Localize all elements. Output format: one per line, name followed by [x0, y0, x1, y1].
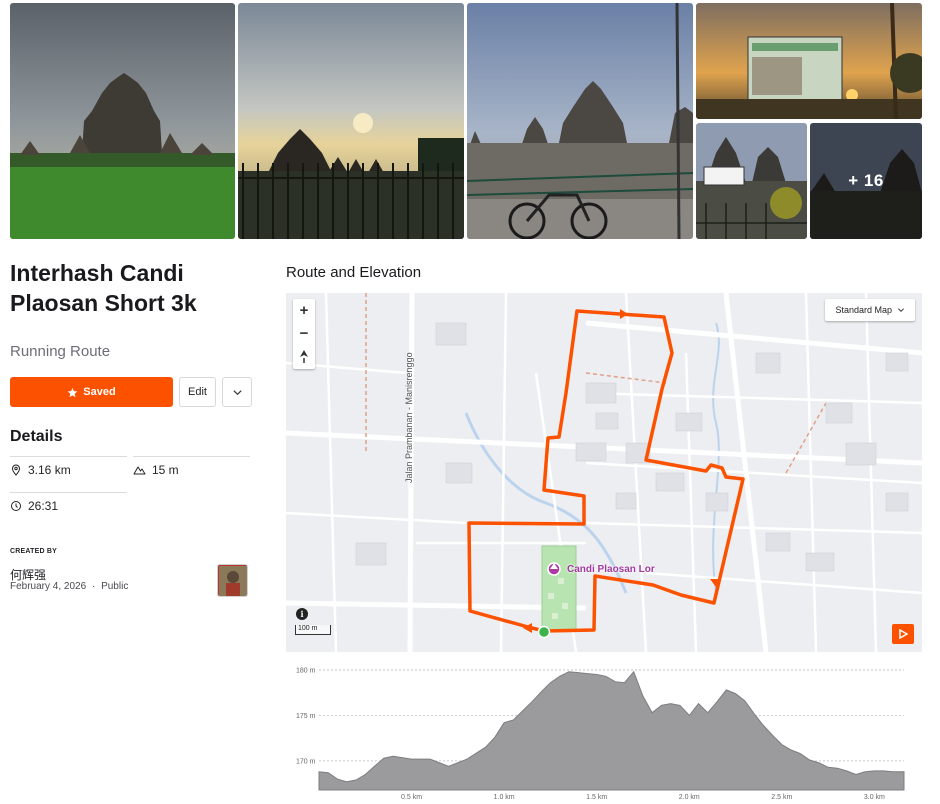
- poi-label[interactable]: Candi Plaosan Lor: [567, 564, 655, 575]
- x-tick-label: 0.5 km: [401, 794, 422, 801]
- zoom-in-button[interactable]: +: [293, 299, 315, 322]
- compass-button[interactable]: [293, 345, 315, 368]
- x-tick-label: 1.5 km: [586, 794, 607, 801]
- time-value: 26:31: [28, 499, 59, 513]
- elevation-value: 15 m: [152, 463, 179, 477]
- stat-time: 26:31: [10, 499, 58, 513]
- map-canvas: [286, 293, 922, 652]
- x-tick-label: 2.0 km: [679, 794, 700, 801]
- route-photo-5[interactable]: [696, 123, 807, 239]
- elevation-chart[interactable]: 170 m 175 m 180 m 0.5 km 1.0 km 1.5 km 2.0 km…: [286, 656, 922, 804]
- more-photos-tile[interactable]: + 16: [810, 123, 922, 239]
- scale-bar: 100 m: [295, 625, 331, 635]
- photo-strip: + 16: [0, 0, 940, 242]
- x-tick-label: 3.0 km: [864, 794, 885, 801]
- route-actions: Saved Edit: [10, 377, 252, 407]
- more-photos-count: + 16: [848, 171, 884, 190]
- map-type-select[interactable]: Standard Map: [825, 299, 915, 321]
- creator-meta: February 4, 2026 · Public: [10, 581, 128, 592]
- created-by-label: CREATED BY: [10, 548, 57, 555]
- route-title: Interhash Candi Plaosan Short 3k: [10, 260, 197, 316]
- y-axis-labels: 170 m 175 m 180 m: [296, 667, 316, 765]
- stat-distance: 3.16 km: [10, 463, 71, 477]
- saved-button[interactable]: Saved: [10, 377, 173, 407]
- divider: [133, 456, 250, 457]
- route-photo-3[interactable]: [467, 3, 693, 239]
- route-photo-2[interactable]: [238, 3, 464, 239]
- play-icon: [899, 629, 908, 639]
- distance-value: 3.16 km: [28, 463, 71, 477]
- info-icon[interactable]: i: [296, 608, 308, 620]
- clock-icon: [11, 501, 21, 511]
- compass-icon: [300, 350, 308, 363]
- road-label: Jalan Prambanan - Manisrenggo: [404, 352, 414, 483]
- y-tick-label: 180 m: [296, 667, 316, 674]
- edit-button[interactable]: Edit: [179, 377, 216, 407]
- zoom-controls: + −: [293, 299, 315, 369]
- zoom-out-button[interactable]: −: [293, 322, 315, 345]
- map-type-label: Standard Map: [835, 305, 892, 315]
- x-tick-label: 2.5 km: [771, 794, 792, 801]
- mountain-icon: [133, 466, 146, 475]
- elevation-area: [318, 670, 905, 791]
- avatar[interactable]: [217, 564, 248, 597]
- route-photo-4[interactable]: [696, 3, 922, 119]
- divider: [10, 492, 127, 493]
- chevron-down-icon: [232, 389, 242, 395]
- y-tick-label: 170 m: [296, 758, 316, 765]
- route-summary: Interhash Candi Plaosan Short 3k Running…: [10, 258, 252, 597]
- chevron-down-icon: [897, 308, 905, 313]
- y-tick-label: 175 m: [296, 713, 316, 720]
- more-actions-button[interactable]: [222, 377, 252, 407]
- created-date: February 4, 2026: [10, 581, 87, 592]
- divider: [10, 456, 127, 457]
- x-axis-labels: 0.5 km 1.0 km 1.5 km 2.0 km 2.5 km 3.0 km: [401, 794, 885, 801]
- saved-button-label: Saved: [83, 386, 116, 398]
- star-icon: [67, 387, 78, 397]
- meta-separator: ·: [91, 581, 96, 592]
- details-title: Details: [10, 428, 63, 445]
- visibility: Public: [101, 581, 129, 592]
- route-type: Running Route: [10, 343, 111, 360]
- play-flyover-button[interactable]: [892, 624, 914, 644]
- stat-elevation: 15 m: [133, 463, 179, 477]
- route-map[interactable]: Jalan Prambanan - Manisrenggo Candi Plao…: [286, 293, 922, 652]
- section-title: Route and Elevation: [286, 264, 422, 281]
- route-photo-1[interactable]: [10, 3, 235, 239]
- x-tick-label: 1.0 km: [494, 794, 515, 801]
- location-pin-icon: [11, 464, 21, 476]
